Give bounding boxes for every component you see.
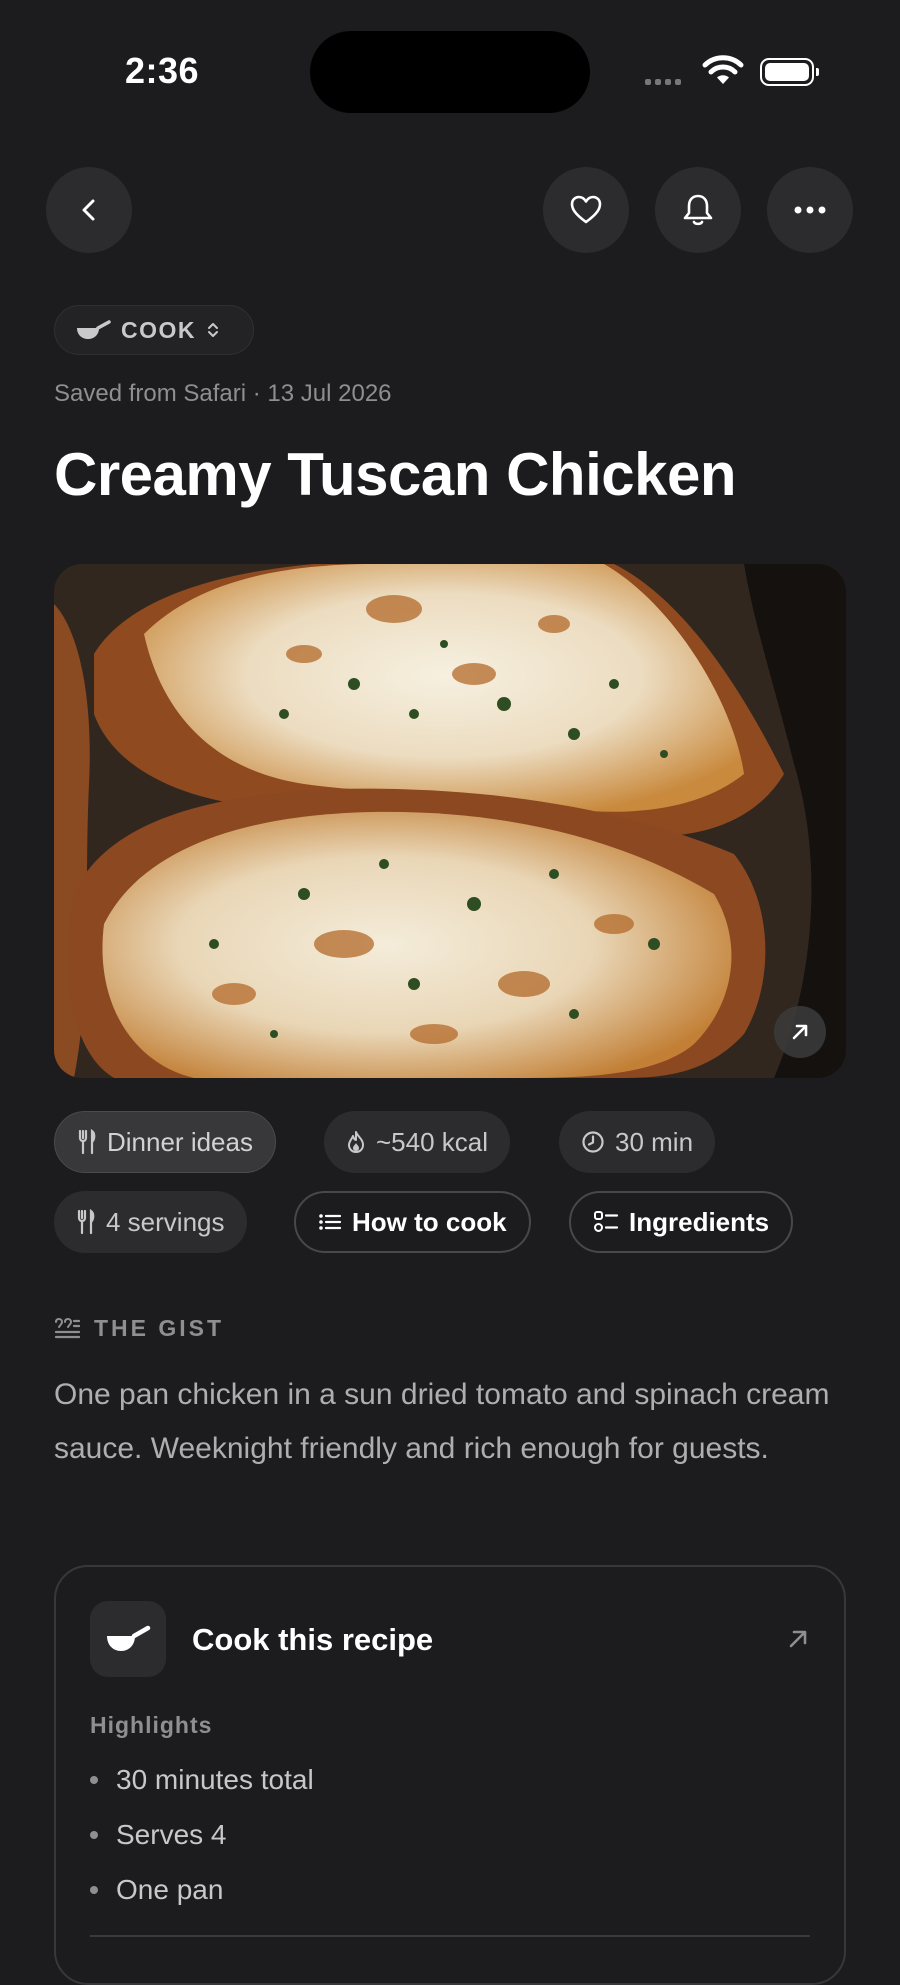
collection-label: Dinner ideas [107, 1126, 253, 1157]
more-button[interactable] [767, 167, 853, 253]
favorite-button[interactable] [543, 167, 629, 253]
time-label: 30 min [615, 1126, 694, 1157]
heart-icon [570, 195, 602, 224]
status-bar: 2:36 [0, 0, 900, 140]
back-icon [82, 199, 95, 221]
quote-icon [54, 1317, 80, 1338]
fork-knife-icon [78, 1129, 96, 1155]
how-to-cook-button[interactable]: How to cook [294, 1191, 531, 1253]
gist-heading-label: THE GIST [94, 1315, 225, 1341]
list-item: One pan [90, 1862, 314, 1917]
flame-icon [348, 1131, 364, 1153]
category-label: COOK [121, 316, 196, 343]
pan-icon [77, 320, 111, 339]
pan-icon [107, 1625, 151, 1651]
bullet-dot [90, 1885, 98, 1894]
list-item: Serves 4 [90, 1807, 314, 1862]
chevron-updown-icon [208, 323, 218, 337]
collection-chip[interactable]: Dinner ideas [54, 1111, 276, 1173]
reminder-button[interactable] [655, 167, 741, 253]
calories-chip: ~540 kcal [324, 1111, 511, 1173]
clock-icon [582, 1131, 604, 1153]
how-to-cook-label: How to cook [352, 1206, 507, 1237]
status-time: 2:36 [125, 50, 200, 91]
battery-icon [760, 58, 819, 86]
ingredients-button[interactable]: Ingredients [569, 1191, 794, 1253]
time-chip: 30 min [559, 1111, 716, 1173]
servings-chip: 4 servings [54, 1191, 247, 1253]
dynamic-island [310, 31, 590, 113]
list-item: 30 minutes total [90, 1752, 314, 1807]
highlight-text: Serves 4 [116, 1819, 227, 1850]
divider [90, 1935, 810, 1937]
highlights-label: Highlights [90, 1712, 213, 1738]
saved-source-line: Saved from Safari · 13 Jul 2026 [54, 380, 392, 407]
checklist-icon [594, 1211, 619, 1232]
list-icon [319, 1214, 342, 1230]
gist-heading: THE GIST [54, 1315, 224, 1342]
bell-icon [683, 194, 713, 226]
fork-knife-icon [77, 1209, 95, 1235]
calories-label: ~540 kcal [376, 1126, 489, 1157]
highlight-text: 30 minutes total [116, 1764, 314, 1795]
category-selector[interactable]: COOK [54, 305, 254, 355]
card-icon-tile [90, 1601, 166, 1677]
card-title: Cook this recipe [192, 1622, 434, 1657]
chicken-parmesan-illustration [54, 564, 846, 1078]
expand-icon [792, 1024, 808, 1040]
bullet-dot [90, 1775, 98, 1784]
wifi-icon [702, 55, 744, 84]
highlight-text: One pan [116, 1874, 224, 1905]
servings-label: 4 servings [106, 1206, 225, 1237]
recipe-photo[interactable] [54, 564, 846, 1078]
ingredients-label: Ingredients [629, 1206, 770, 1237]
more-icon [794, 206, 826, 214]
arrow-up-right-icon [789, 1630, 807, 1648]
expand-photo-button[interactable] [774, 1006, 826, 1058]
back-button[interactable] [46, 167, 132, 253]
bullet-dot [90, 1830, 98, 1839]
cook-recipe-card[interactable]: Cook this recipe Highlights 30 minutes t… [54, 1565, 846, 1985]
cellular-signal-icon [645, 79, 681, 85]
recipe-title: Creamy Tuscan Chicken [54, 441, 737, 508]
gist-summary: One pan chicken in a sun dried tomato an… [54, 1378, 830, 1465]
highlights-list: 30 minutes total Serves 4 One pan [90, 1752, 314, 1917]
